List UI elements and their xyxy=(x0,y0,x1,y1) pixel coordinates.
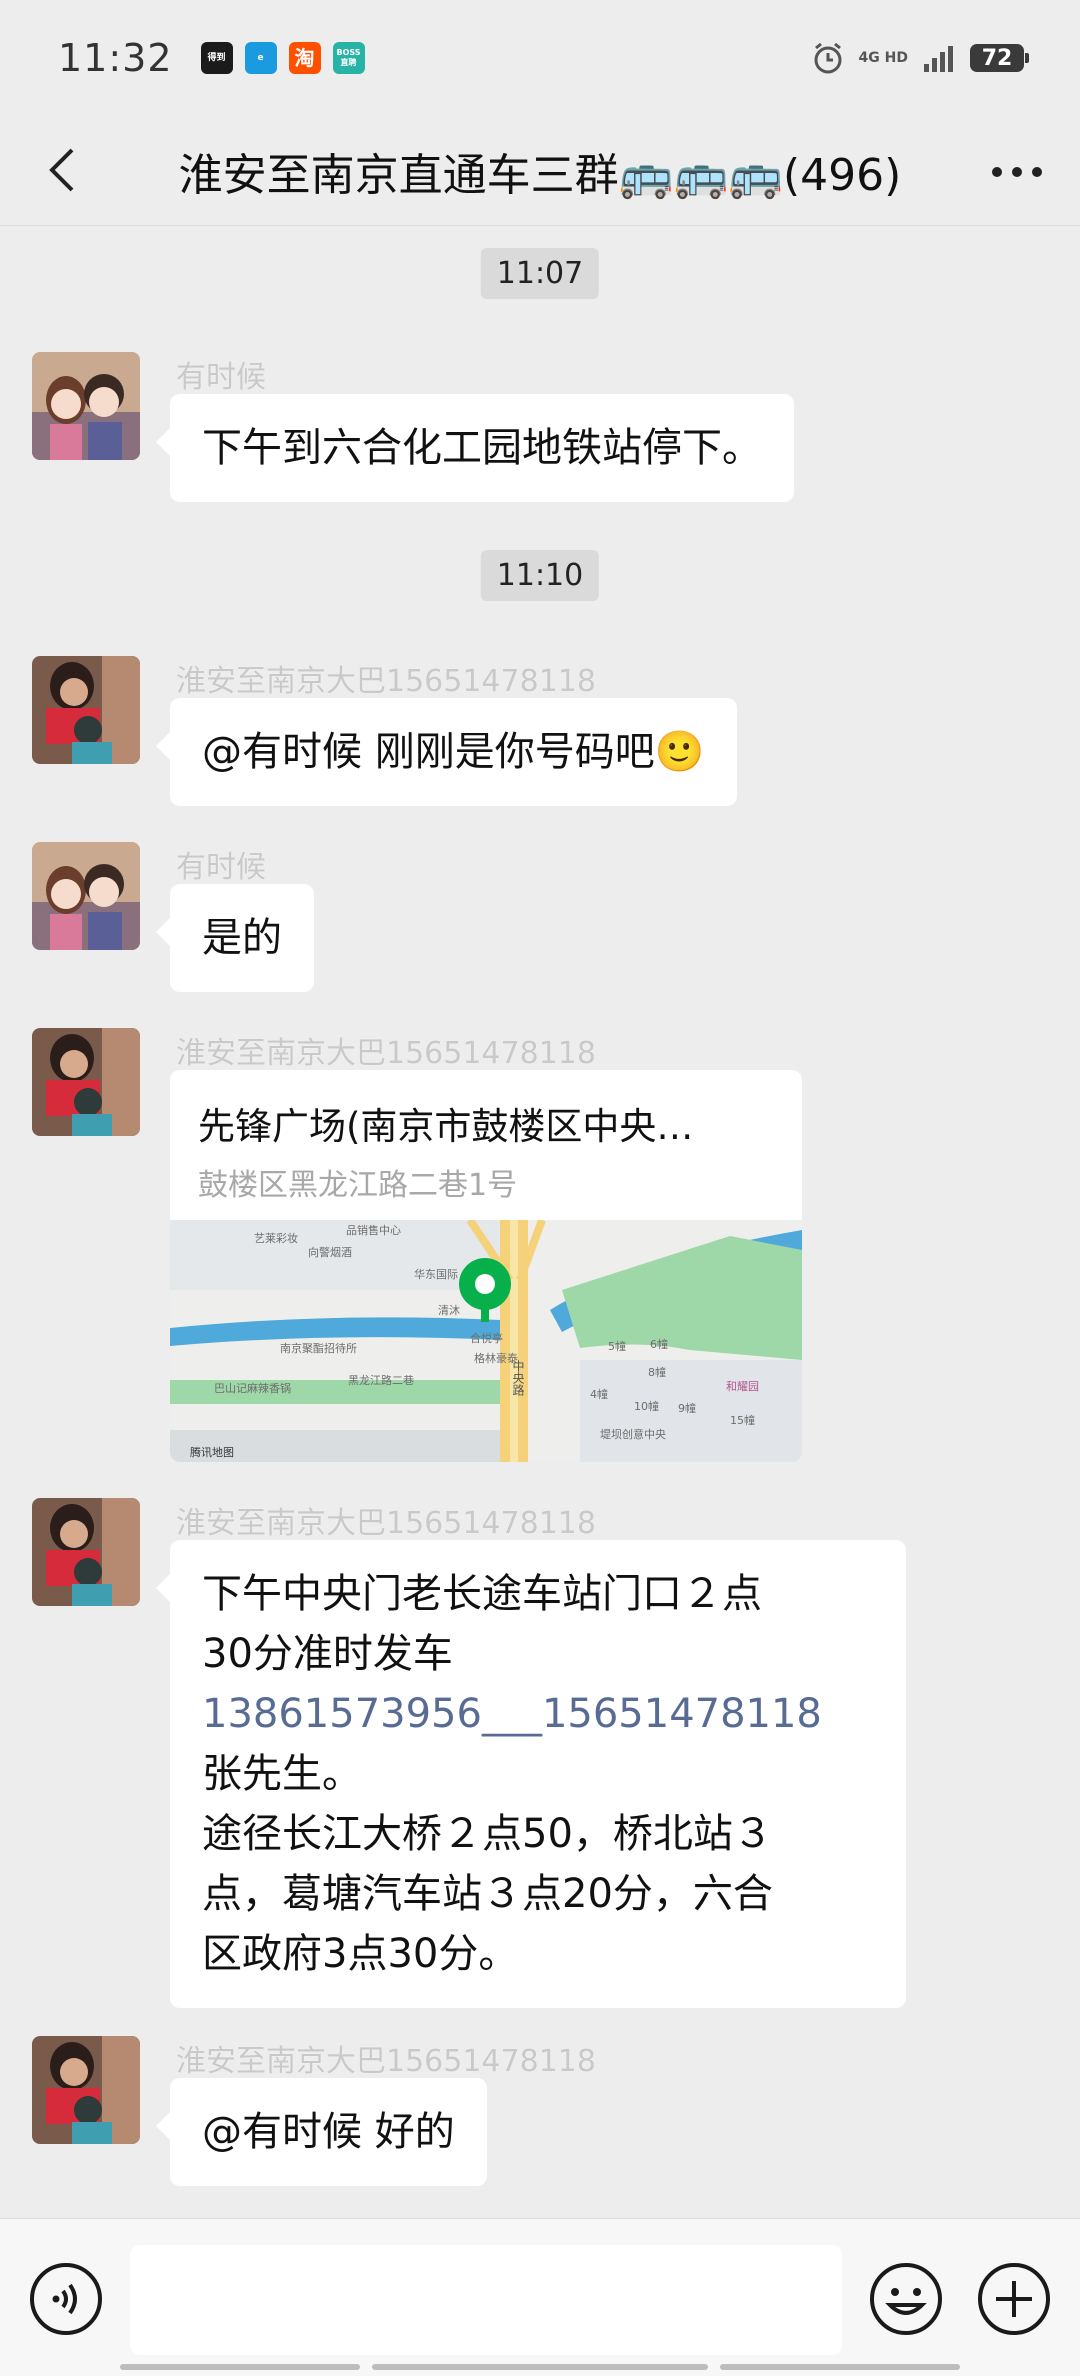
avatar-couple[interactable] xyxy=(32,842,140,950)
map-label: 艺莱彩妆 xyxy=(254,1232,298,1245)
sender-name: 有时候 xyxy=(176,850,266,885)
battery-indicator: 72 xyxy=(970,44,1029,72)
location-card[interactable]: 先锋广场(南京市鼓楼区中央… 鼓楼区黑龙江路二巷1号 艺莱彩妆 向警烟酒 品销售… xyxy=(170,1070,802,1462)
message-bubble[interactable]: 下午中央门老长途车站门口２点 30分准时发车 13861573956___156… xyxy=(156,1540,906,2008)
sender-name: 淮安至南京大巴15651478118 xyxy=(176,1506,596,1541)
input-bar xyxy=(0,2218,1080,2376)
location-name: 先锋广场(南京市鼓楼区中央… xyxy=(198,1105,694,1148)
network-label: 4G HD xyxy=(858,50,908,66)
alarm-icon xyxy=(814,42,842,74)
message-input[interactable] xyxy=(130,2245,842,2355)
more-options-button[interactable] xyxy=(984,142,1050,202)
message-line: 张先生。 xyxy=(202,1751,362,1797)
gesture-bar xyxy=(372,2364,708,2370)
voice-icon xyxy=(52,2283,77,2315)
sender-name: 淮安至南京大巴15651478118 xyxy=(176,2044,596,2079)
back-button[interactable] xyxy=(34,140,94,200)
avatar-bus-driver[interactable] xyxy=(32,2036,140,2144)
sender-name: 淮安至南京大巴15651478118 xyxy=(176,1036,596,1071)
message-line: 30分准时发车 xyxy=(202,1631,453,1677)
map-label: 5幢 xyxy=(608,1339,626,1353)
sender-name: 有时候 xyxy=(176,360,266,395)
message-bubble[interactable]: @有时候 好的 xyxy=(156,2078,487,2186)
map-credit: 腾讯地图 xyxy=(190,1445,234,1459)
emoji-button[interactable] xyxy=(868,2261,944,2337)
avatar-couple[interactable] xyxy=(32,352,140,460)
message-bubble[interactable]: 下午到六合化工园地铁站停下。 xyxy=(156,394,794,502)
map-label: 15幢 xyxy=(730,1413,755,1427)
map-label: 中央路 xyxy=(511,1359,525,1397)
map-label: 和耀园 xyxy=(726,1380,759,1393)
plus-icon xyxy=(996,2281,1032,2317)
message-list[interactable]: 11:07 有时候 下午到六合化工园地铁站停下。 11:10 淮安至南京大巴15… xyxy=(0,228,1080,2218)
map-label: 8幢 xyxy=(648,1365,666,1379)
message-bubble[interactable]: @有时候 刚刚是你号码吧🙂 xyxy=(156,698,737,806)
map-label: 4幢 xyxy=(590,1387,608,1401)
map-label: 向警烟酒 xyxy=(308,1245,352,1259)
boss-app-icon: BOSS直聘 xyxy=(332,42,365,74)
signal-icon xyxy=(924,46,953,72)
message-line: 途径长江大桥２点50，桥北站３ xyxy=(202,1811,773,1857)
map-label: 品销售中心 xyxy=(346,1223,401,1237)
map-label: 堤坝创意中央 xyxy=(600,1427,666,1441)
map-label: 10幢 xyxy=(634,1399,659,1413)
avatar-bus-driver[interactable] xyxy=(32,1028,140,1136)
map-label: 合悦亭 xyxy=(470,1331,503,1345)
status-bar: 11:32 得到 e 淘 BOSS直聘 4G HD 72 xyxy=(0,0,1080,116)
message-line: 区政府3点30分。 xyxy=(202,1931,519,1977)
notification-icons: 得到 e 淘 BOSS直聘 xyxy=(200,42,365,74)
gesture-bar xyxy=(720,2364,960,2370)
timestamp: 11:07 xyxy=(480,248,600,299)
location-address: 鼓楼区黑龙江路二巷1号 xyxy=(198,1168,518,1203)
map-label: 巴山记麻辣香锅 xyxy=(214,1381,291,1395)
smiley-icon xyxy=(885,2288,927,2315)
news-app-icon: 得到 xyxy=(200,42,233,74)
status-time: 11:32 xyxy=(58,36,173,80)
browser-app-icon: e xyxy=(244,42,277,74)
location-map[interactable]: 艺莱彩妆 向警烟酒 品销售中心 华东国际 清沐 合悦亭 格林豪泰 南京聚酯招待所… xyxy=(170,1220,802,1462)
map-label: 清沐 xyxy=(438,1304,460,1317)
sender-name: 淮安至南京大巴15651478118 xyxy=(176,664,596,699)
more-functions-button[interactable] xyxy=(976,2261,1052,2337)
chat-title: 淮安至南京直通车三群🚌🚌🚌(496) xyxy=(178,149,902,201)
message-line: 点，葛塘汽车站３点20分，六合 xyxy=(202,1871,773,1917)
map-label: 南京聚酯招待所 xyxy=(280,1341,357,1355)
phone-number-link[interactable]: 13861573956___15651478118 xyxy=(202,1684,874,1744)
back-arrow-icon xyxy=(49,148,74,192)
gesture-bar xyxy=(120,2364,360,2370)
avatar-bus-driver[interactable] xyxy=(32,1498,140,1606)
chat-header: 淮安至南京直通车三群🚌🚌🚌(496) xyxy=(0,116,1080,226)
message-line: 下午中央门老长途车站门口２点 xyxy=(202,1571,762,1617)
map-label: 9幢 xyxy=(678,1401,696,1415)
message-bubble[interactable]: 是的 xyxy=(156,884,314,992)
timestamp: 11:10 xyxy=(480,550,600,601)
map-label: 6幢 xyxy=(650,1337,668,1351)
map-label: 华东国际 xyxy=(414,1267,458,1281)
taobao-app-icon: 淘 xyxy=(288,42,321,74)
avatar-bus-driver[interactable] xyxy=(32,656,140,764)
map-label: 黑龙江路二巷 xyxy=(348,1374,414,1387)
voice-input-button[interactable] xyxy=(28,2261,104,2337)
